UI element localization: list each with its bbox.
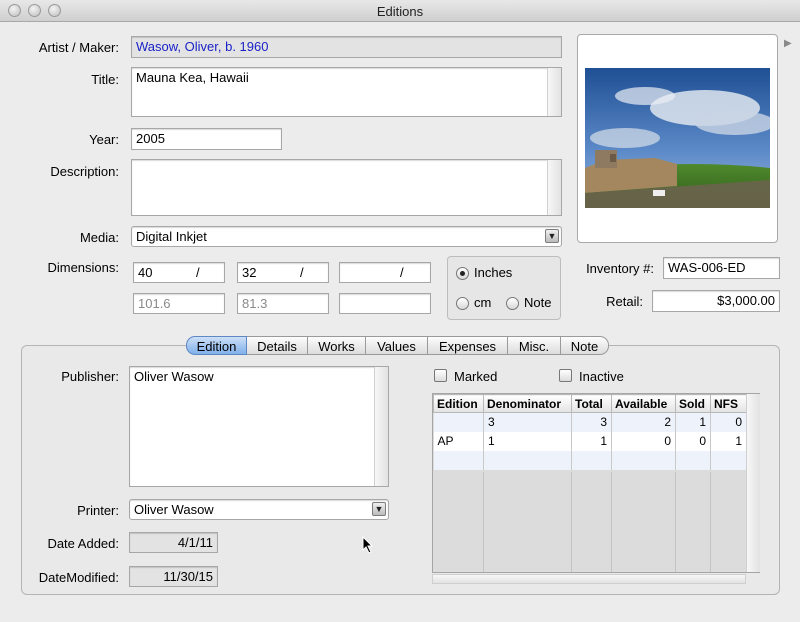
dim-separator: / xyxy=(196,265,200,280)
inventory-field[interactable]: WAS-006-ED xyxy=(663,257,780,279)
column-divider xyxy=(571,472,572,572)
cell-nfs: 1 xyxy=(710,431,747,451)
column-divider xyxy=(483,472,484,572)
editions-table[interactable]: Edition Denominator Total Available Sold… xyxy=(432,393,760,573)
tab-expenses[interactable]: Expenses xyxy=(428,336,508,355)
media-popup[interactable]: Digital Inkjet ▼ xyxy=(131,226,562,247)
column-divider xyxy=(675,472,676,572)
inches-radio[interactable] xyxy=(456,267,469,280)
inactive-label: Inactive xyxy=(579,369,624,384)
dim-height-inches[interactable]: 40 / xyxy=(133,262,225,283)
window-title: Editions xyxy=(376,4,424,19)
year-label: Year: xyxy=(89,132,119,147)
inventory-label: Inventory #: xyxy=(586,261,654,276)
printer-popup[interactable]: Oliver Wasow ▼ xyxy=(129,499,389,520)
inches-radio-label: Inches xyxy=(474,265,513,280)
marked-checkbox[interactable] xyxy=(434,369,447,382)
artist-label: Artist / Maker: xyxy=(38,40,119,55)
media-label: Media: xyxy=(79,230,119,245)
table-horizontal-scrollbar[interactable] xyxy=(432,574,746,584)
retail-label: Retail: xyxy=(606,294,643,309)
tab-values[interactable]: Values xyxy=(366,336,428,355)
inactive-checkbox[interactable] xyxy=(559,369,572,382)
title-field[interactable]: Mauna Kea, Hawaii xyxy=(131,67,562,117)
tab-misc[interactable]: Misc. xyxy=(508,336,561,355)
tab-details[interactable]: Details xyxy=(247,336,308,355)
table-vertical-scrollbar[interactable] xyxy=(746,394,760,572)
dim-depth-cm xyxy=(339,293,431,314)
table-row[interactable]: 3 3 2 1 0 xyxy=(433,412,747,432)
column-header-edition[interactable]: Edition xyxy=(433,394,484,413)
column-divider xyxy=(611,472,612,572)
cm-radio-label: cm xyxy=(474,295,492,310)
mouse-cursor-icon xyxy=(362,536,374,554)
cm-radio[interactable] xyxy=(456,297,469,310)
cell-total: 1 xyxy=(571,431,612,451)
column-header-nfs[interactable]: NFS xyxy=(710,394,747,413)
cell-sold: 1 xyxy=(675,412,711,432)
description-scrollbar[interactable] xyxy=(547,160,561,215)
tab-edition[interactable]: Edition xyxy=(186,336,247,355)
date-modified-label: DateModified: xyxy=(38,570,119,585)
dim-height-cm: 101.6 xyxy=(133,293,225,314)
table-row[interactable]: AP 1 1 0 0 1 xyxy=(433,431,747,451)
title-scrollbar[interactable] xyxy=(547,68,561,116)
dimensions-label: Dimensions: xyxy=(47,260,119,275)
cell-edition xyxy=(433,412,484,432)
column-header-denominator[interactable]: Denominator xyxy=(483,394,572,413)
cell-available: 2 xyxy=(611,412,676,432)
note-radio[interactable] xyxy=(506,297,519,310)
dim-width-cm: 81.3 xyxy=(237,293,329,314)
table-header-row: Edition Denominator Total Available Sold… xyxy=(433,394,747,413)
cell-total: 3 xyxy=(571,412,612,432)
marked-label: Marked xyxy=(454,369,498,384)
dim-depth-inches[interactable]: / xyxy=(339,262,431,283)
publisher-field[interactable]: Oliver Wasow xyxy=(129,366,389,487)
publisher-label: Publisher: xyxy=(61,369,119,384)
cell-available: 0 xyxy=(611,431,676,451)
date-added-field: 4/1/11 xyxy=(129,532,218,553)
tab-note[interactable]: Note xyxy=(561,336,609,355)
date-modified-field: 11/30/15 xyxy=(129,566,218,587)
image-well-arrow-icon[interactable]: ▶ xyxy=(784,38,792,49)
dim-separator: / xyxy=(400,265,404,280)
cell-denominator: 3 xyxy=(483,412,572,432)
cell-denominator: 1 xyxy=(483,431,572,451)
artwork-thumbnail xyxy=(585,68,770,208)
note-radio-label: Note xyxy=(524,295,552,310)
dim-width-inches-value: 32 xyxy=(242,265,257,280)
publisher-value: Oliver Wasow xyxy=(134,369,214,384)
printer-value: Oliver Wasow xyxy=(134,502,214,517)
table-row-empty[interactable] xyxy=(433,450,747,470)
date-added-label: Date Added: xyxy=(47,536,119,551)
description-label: Description: xyxy=(50,164,119,179)
popup-arrow-icon: ▼ xyxy=(545,229,559,243)
dim-separator: / xyxy=(300,265,304,280)
column-divider xyxy=(710,472,711,572)
column-header-available[interactable]: Available xyxy=(611,394,676,413)
dim-height-inches-value: 40 xyxy=(138,265,153,280)
title-label: Title: xyxy=(91,72,119,87)
cell-nfs: 0 xyxy=(710,412,747,432)
dim-width-inches[interactable]: 32 / xyxy=(237,262,329,283)
image-well[interactable] xyxy=(577,34,778,243)
cell-sold: 0 xyxy=(675,431,711,451)
popup-arrow-icon: ▼ xyxy=(372,502,386,516)
tab-works[interactable]: Works xyxy=(308,336,366,355)
column-header-sold[interactable]: Sold xyxy=(675,394,711,413)
column-header-total[interactable]: Total xyxy=(571,394,612,413)
retail-field[interactable]: $3,000.00 xyxy=(652,290,780,312)
year-field[interactable]: 2005 xyxy=(131,128,282,150)
printer-label: Printer: xyxy=(77,503,119,518)
tab-bar: Edition Details Works Values Expenses Mi… xyxy=(186,336,609,355)
publisher-scrollbar[interactable] xyxy=(374,367,388,486)
artist-field[interactable]: Wasow, Oliver, b. 1960 xyxy=(131,36,562,58)
media-value: Digital Inkjet xyxy=(136,229,207,244)
cell-edition: AP xyxy=(433,431,484,451)
title-value: Mauna Kea, Hawaii xyxy=(136,70,249,85)
description-field[interactable] xyxy=(131,159,562,216)
